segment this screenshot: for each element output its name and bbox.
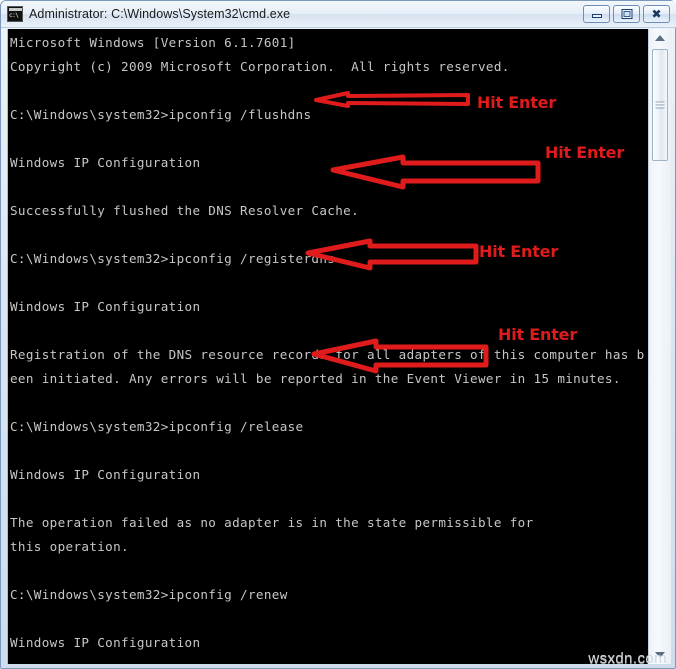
- watermark: wsxdn.com: [588, 650, 667, 667]
- console-line: C:\Windows\system32>ipconfig /release: [10, 419, 304, 434]
- console-line: Registration of the DNS resource records…: [10, 347, 645, 362]
- console-line: The operation failed as no adapter is in…: [10, 515, 534, 530]
- restore-icon: [621, 9, 632, 19]
- console-line: Windows IP Configuration: [10, 299, 201, 314]
- title-bar[interactable]: Administrator: C:\Windows\System32\cmd.e…: [1, 1, 676, 28]
- scroll-up-arrow[interactable]: [649, 29, 671, 47]
- hit-enter-label-release: Hit Enter: [479, 242, 559, 261]
- console-line: Windows IP Configuration: [10, 635, 201, 650]
- window-title: Administrator: C:\Windows\System32\cmd.e…: [29, 7, 291, 21]
- scroll-thumb[interactable]: [652, 49, 668, 161]
- minimize-button[interactable]: [583, 5, 610, 23]
- console-line: een initiated. Any errors will be report…: [10, 371, 621, 386]
- cmd-window: Administrator: C:\Windows\System32\cmd.e…: [0, 0, 676, 669]
- close-button[interactable]: ✖: [643, 5, 670, 23]
- console-line: C:\Windows\system32>ipconfig /renew: [10, 587, 288, 602]
- window-controls: ✖: [583, 5, 676, 23]
- hit-enter-label-registerdns: Hit Enter: [545, 143, 625, 162]
- hit-enter-label-flushdns: Hit Enter: [477, 93, 557, 112]
- close-icon: ✖: [651, 7, 662, 21]
- chevron-up-icon: [655, 35, 665, 41]
- console-line: Microsoft Windows [Version 6.1.7601]: [10, 35, 296, 50]
- cmd-console-icon: [7, 6, 23, 22]
- console-client-area: Microsoft Windows [Version 6.1.7601] Copy…: [7, 29, 671, 664]
- console-line: Successfully flushed the DNS Resolver Ca…: [10, 203, 360, 218]
- console-line: Windows IP Configuration: [10, 467, 201, 482]
- console-screen[interactable]: Microsoft Windows [Version 6.1.7601] Copy…: [8, 29, 649, 664]
- console-line: this operation.: [10, 539, 129, 554]
- console-output: Microsoft Windows [Version 6.1.7601] Copy…: [10, 31, 646, 664]
- restore-button[interactable]: [613, 5, 640, 23]
- hit-enter-label-renew: Hit Enter: [498, 325, 578, 344]
- minimize-icon: [591, 13, 602, 18]
- vertical-scrollbar[interactable]: [648, 29, 671, 664]
- console-line: Copyright (c) 2009 Microsoft Corporation…: [10, 59, 510, 74]
- scroll-grip-icon: [655, 101, 665, 109]
